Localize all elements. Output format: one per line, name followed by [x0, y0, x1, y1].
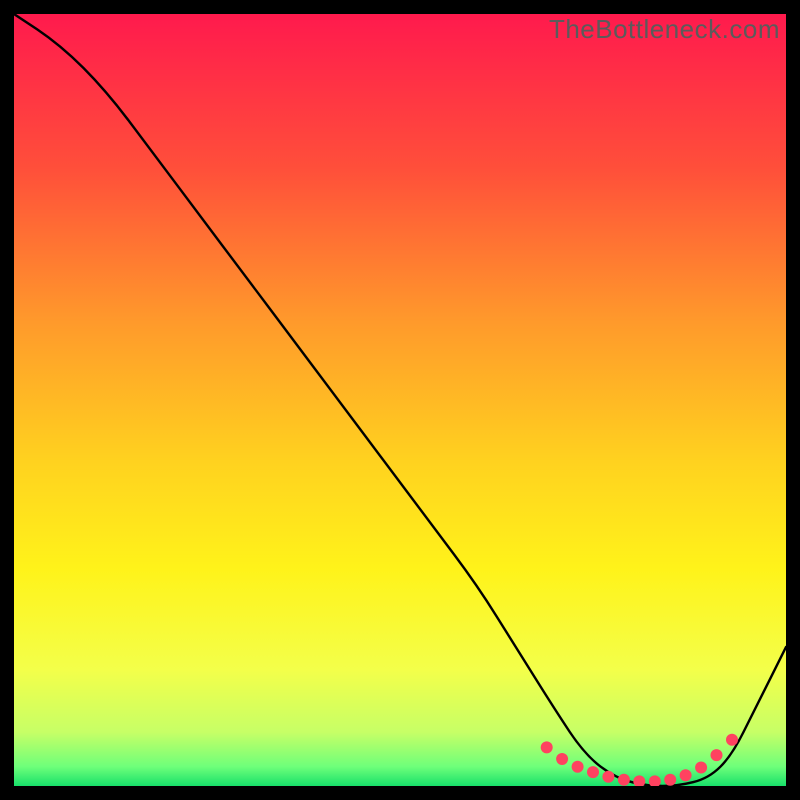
chart-frame: [14, 14, 786, 786]
watermark-text: TheBottleneck.com: [549, 14, 780, 45]
gradient-background: [14, 14, 786, 786]
